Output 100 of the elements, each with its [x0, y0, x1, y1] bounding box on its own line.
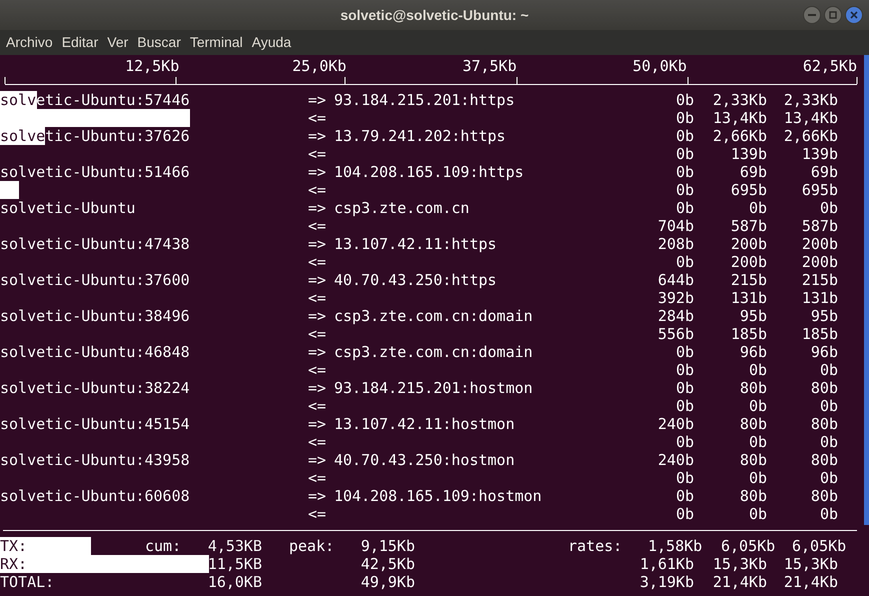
rate-value: 215b — [730, 271, 767, 289]
rate-value: 0b — [676, 433, 694, 451]
rate-value: 69b — [740, 163, 767, 181]
rate-value: 139b — [802, 145, 838, 163]
rate-value: 21,4Kb — [712, 573, 767, 591]
direction-arrow-text: <= — [308, 505, 328, 523]
rate-value: 69b — [810, 163, 838, 181]
direction-arrow-text: => — [308, 271, 328, 289]
direction-arrow-text: => — [308, 415, 328, 433]
rate-value: 0b — [676, 487, 694, 505]
rate-value: 0b — [820, 199, 838, 217]
destination-text: 40.70.43.250:https — [334, 271, 497, 289]
rate-value: 185b — [802, 325, 838, 343]
rate-value: 21,4Kb — [784, 573, 838, 591]
direction-arrow-text: <= — [308, 289, 328, 307]
rate-value: 80b — [740, 415, 767, 433]
direction-arrow-text: => — [308, 343, 328, 361]
rate-value: 15,3Kb — [712, 555, 767, 573]
maximize-button[interactable] — [824, 6, 842, 24]
menu-item[interactable]: Terminal — [186, 32, 246, 53]
rate-value: 95b — [740, 307, 767, 325]
destination-text: 104.208.165.109:hostmon — [334, 487, 542, 505]
menu-item[interactable]: Buscar — [134, 32, 184, 53]
scale-label: 25,0Kb — [292, 57, 346, 77]
minimize-icon — [808, 14, 816, 16]
rate-value: 80b — [810, 487, 838, 505]
rate-value: 0b — [676, 397, 694, 415]
minimize-button[interactable] — [803, 6, 821, 24]
close-button[interactable] — [845, 6, 863, 24]
rate-value: 0b — [676, 379, 694, 397]
destination-text: 40.70.43.250:hostmon — [334, 451, 515, 469]
direction-arrow-text: <= — [308, 109, 328, 127]
rates-label: rates: — [568, 537, 622, 555]
rate-value: 587b — [802, 217, 838, 235]
rate-value: 0b — [676, 253, 694, 271]
rate-value: 6,05Kb — [721, 537, 776, 555]
direction-arrow-text: => — [308, 163, 328, 181]
rate-value: 3,19Kb — [640, 573, 694, 591]
rate-value: 96b — [740, 343, 767, 361]
rate-value: 208b — [658, 235, 694, 253]
rate-value: 0b — [748, 397, 767, 415]
scrollbar[interactable] — [864, 55, 869, 525]
destination-text: 104.208.165.109:https — [334, 163, 524, 181]
scale-label: 37,5Kb — [462, 57, 517, 77]
direction-arrow-text: => — [308, 451, 328, 469]
rate-value: 240b — [658, 451, 694, 469]
rate-value: 200b — [730, 253, 767, 271]
rate-value: 0b — [676, 361, 694, 379]
destination-text: 93.184.215.201:https — [334, 91, 515, 109]
rate-value: 0b — [748, 361, 767, 379]
rate-value: 0b — [748, 199, 767, 217]
rate-value: 587b — [730, 217, 767, 235]
rate-value: 80b — [740, 379, 767, 397]
direction-arrow-text: <= — [308, 145, 328, 163]
rate-value: 704b — [658, 217, 694, 235]
rate-value: 95b — [810, 307, 838, 325]
rate-value: 80b — [740, 487, 767, 505]
direction-arrow-text: <= — [308, 361, 328, 379]
destination-text: csp3.zte.com.cn:domain — [334, 343, 533, 361]
direction-arrow-text: => — [308, 91, 328, 109]
direction-arrow-text: => — [308, 307, 328, 325]
direction-arrow-text: <= — [308, 217, 328, 235]
rate-value: 200b — [802, 253, 838, 271]
destination-text: csp3.zte.com.cn:domain — [334, 307, 533, 325]
direction-arrow-text: <= — [308, 469, 328, 487]
rate-value: 0b — [820, 361, 838, 379]
menu-item[interactable]: Archivo — [3, 32, 56, 53]
rate-value: 0b — [676, 343, 694, 361]
direction-arrow-text: <= — [308, 253, 328, 271]
rate-value: 0b — [676, 469, 694, 487]
scale-label: 50,0Kb — [632, 57, 687, 77]
rate-value: 13,4Kb — [784, 109, 838, 127]
destination-text: 13.79.241.202:https — [334, 127, 506, 145]
rate-value: 2,33Kb — [784, 91, 838, 109]
rate-value: 1,58Kb — [648, 537, 702, 555]
rate-value: 2,33Kb — [712, 91, 767, 109]
peak-value: 42,5Kb — [360, 555, 415, 573]
direction-arrow-text: => — [308, 379, 328, 397]
menu-item[interactable]: Editar — [58, 32, 102, 53]
rate-value: 392b — [658, 289, 694, 307]
rate-value: 695b — [802, 181, 838, 199]
rate-value: 80b — [810, 415, 838, 433]
rate-value: 0b — [676, 145, 694, 163]
rate-value: 80b — [810, 379, 838, 397]
destination-text: 93.184.215.201:hostmon — [334, 379, 533, 397]
rate-value: 215b — [802, 271, 838, 289]
rate-value: 15,3Kb — [784, 555, 838, 573]
rate-value: 644b — [658, 271, 694, 289]
rate-value: 0b — [676, 109, 694, 127]
direction-arrow-text: => — [308, 487, 328, 505]
menu-item[interactable]: Ayuda — [248, 32, 294, 53]
destination-text: csp3.zte.com.cn — [334, 199, 470, 217]
rate-value: 185b — [730, 325, 767, 343]
rate-value: 13,4Kb — [712, 109, 767, 127]
close-icon — [850, 11, 858, 19]
menu-item[interactable]: Ver — [104, 32, 132, 53]
rate-value: 96b — [810, 343, 838, 361]
rate-value: 0b — [676, 91, 694, 109]
rate-value: 200b — [730, 235, 767, 253]
rate-value: 139b — [730, 145, 767, 163]
